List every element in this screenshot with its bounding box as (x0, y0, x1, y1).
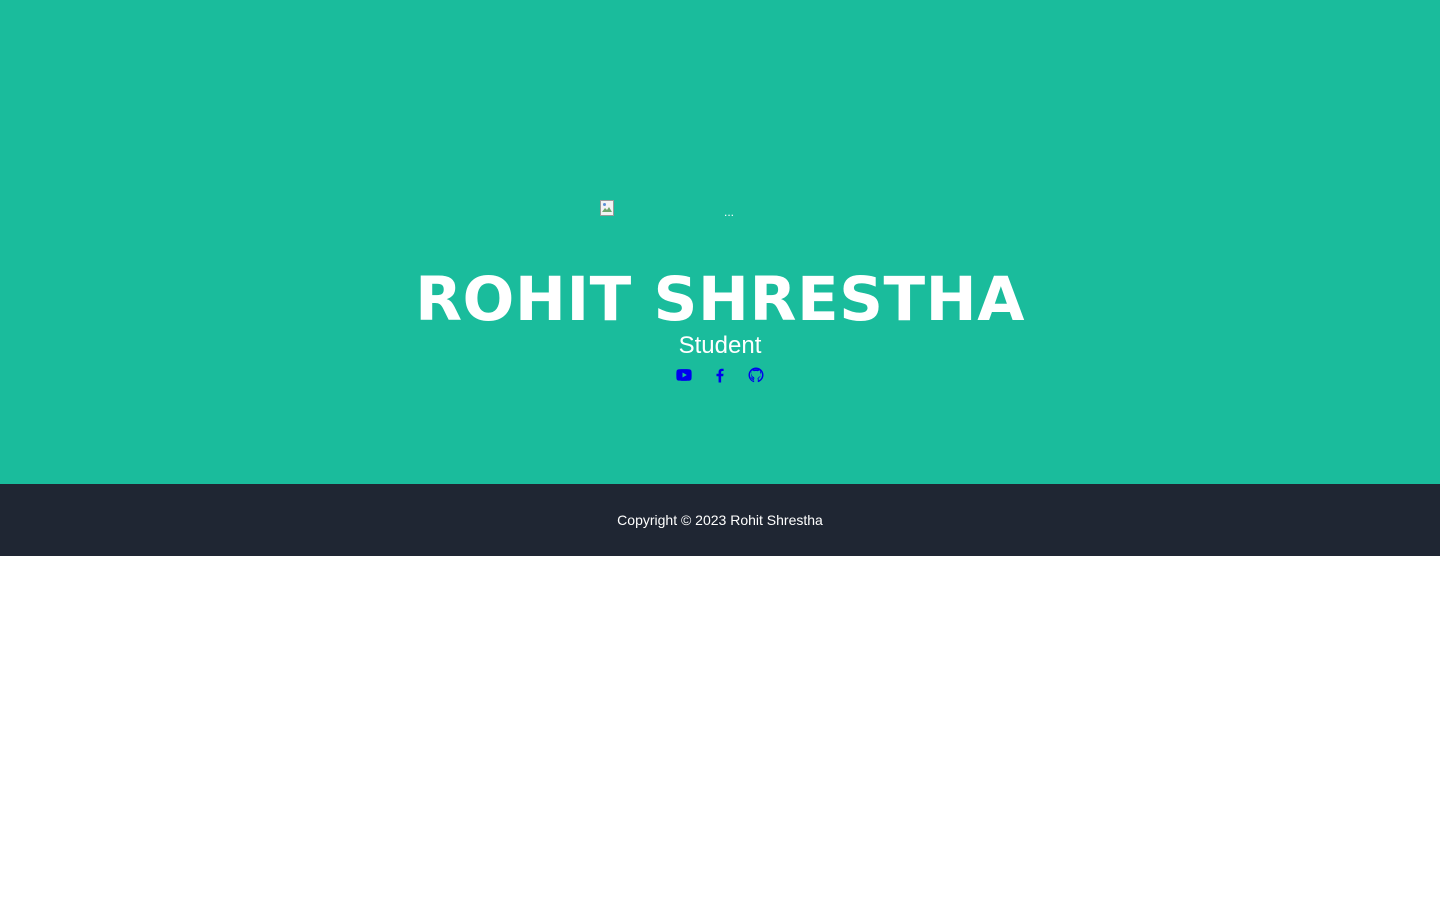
masthead: ... ROHIT SHRESTHA Student (0, 0, 1440, 484)
copyright-text: Copyright © 2023 Rohit Shrestha (617, 512, 823, 528)
footer: Copyright © 2023 Rohit Shrestha (0, 484, 1440, 556)
social-links (0, 366, 1440, 386)
subtitle: Student (678, 332, 762, 359)
facebook-icon (716, 368, 724, 383)
youtube-link[interactable] (675, 366, 693, 384)
github-icon (748, 367, 764, 383)
page-title: ROHIT SHRESTHA (415, 264, 1025, 335)
avatar: ... (600, 200, 856, 224)
github-link[interactable] (747, 366, 765, 384)
avatar-alt-text: ... (724, 205, 735, 219)
broken-image-icon (600, 200, 614, 216)
facebook-link[interactable] (711, 366, 729, 384)
youtube-icon (676, 369, 692, 381)
